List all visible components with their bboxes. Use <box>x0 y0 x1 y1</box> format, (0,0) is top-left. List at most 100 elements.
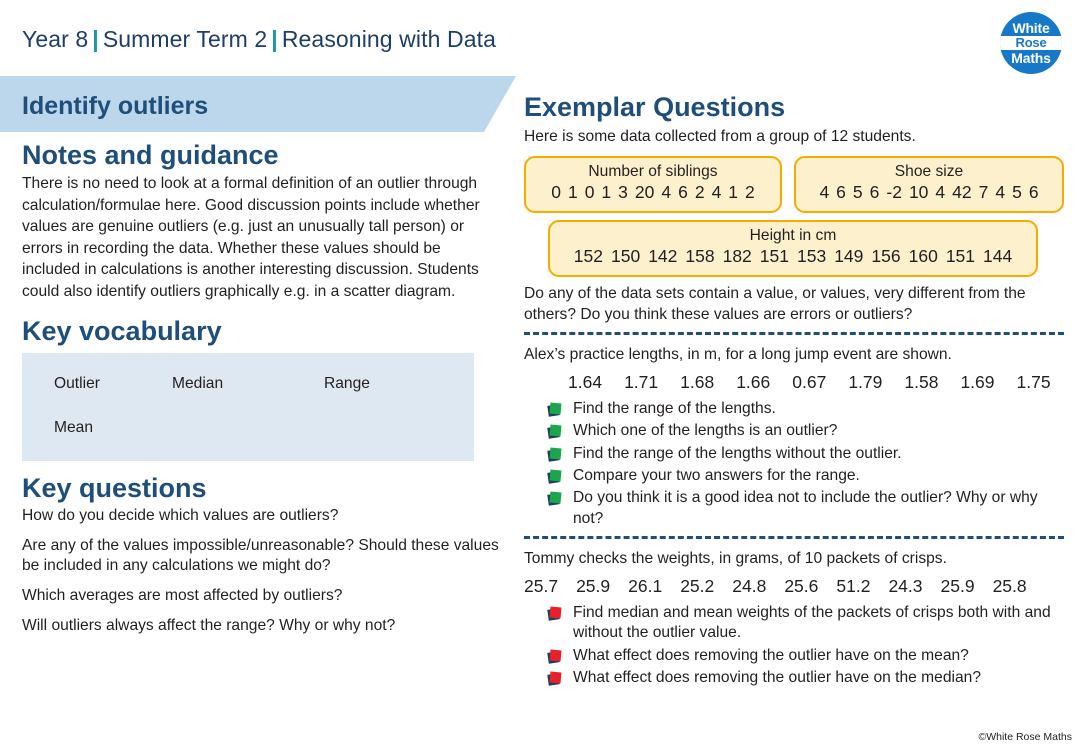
data-value: 0 <box>551 182 561 203</box>
data-value: 142 <box>648 245 678 266</box>
data-value: 4 <box>661 182 672 203</box>
data-value: 150 <box>610 245 641 266</box>
key-question-item: Will outliers always affect the range? W… <box>22 616 396 634</box>
data-value: 0 <box>584 182 595 203</box>
data-box-title: Number of siblings <box>588 163 718 181</box>
data-value: 25.8 <box>992 576 1027 596</box>
vocab-term-median: Median <box>172 374 224 392</box>
data-value: 1.69 <box>960 372 995 393</box>
data-box-siblings: Number of siblings 0 1 0 1 3 20 4 6 2 4 1 2 <box>524 156 782 214</box>
bullet-item: Find median and mean weights of the pack… <box>547 603 1064 644</box>
data-value: 160 <box>908 245 938 266</box>
data-value: 25.9 <box>940 576 975 596</box>
data-value: 152 <box>573 245 603 266</box>
data-box-values: 0 1 0 1 3 20 4 6 2 4 1 2 <box>536 182 770 204</box>
data-value: 1.68 <box>680 372 715 393</box>
data-value: 1.64 <box>568 372 603 393</box>
header-bar: Year 8 | Summer Term 2 | Reasoning with Data <box>0 0 1084 68</box>
bullet-text: Which one of the lengths is an outlier? <box>573 422 838 440</box>
key-question-item: How do you decide which values are outli… <box>22 506 339 524</box>
logo-line-rose: Rose <box>1000 36 1062 50</box>
red-square-bullet-icon <box>547 649 565 666</box>
data-value: 42 <box>952 182 972 203</box>
data-value: 4 <box>711 182 722 203</box>
tommy-bullet-list: Find median and mean weights of the pack… <box>547 603 1064 688</box>
bullet-text: What effect does removing the outlier ha… <box>573 668 981 686</box>
bullet-item: Find the range of the lengths without th… <box>547 444 1064 464</box>
vocabulary-row: Mean <box>22 419 474 437</box>
data-value: 149 <box>834 245 864 266</box>
bullet-text: Find median and mean weights of the pack… <box>573 604 1051 642</box>
data-value: 2 <box>694 182 705 203</box>
page-title: Year 8 | Summer Term 2 | Reasoning with Data <box>22 26 496 53</box>
bullet-item: What effect does removing the outlier ha… <box>547 668 1064 688</box>
green-square-bullet-icon <box>547 469 565 486</box>
data-value: 1 <box>567 182 578 203</box>
bullet-item: Do you think it is a good idea not to in… <box>547 488 1064 529</box>
bullet-text: Compare your two answers for the range. <box>573 467 860 484</box>
data-value: 1.58 <box>904 372 939 393</box>
data-boxes-row: Number of siblings 0 1 0 1 3 20 4 6 2 4 1 2 Shoe si… <box>524 156 1064 214</box>
green-square-bullet-icon <box>547 402 565 419</box>
data-value: 4 <box>819 182 830 203</box>
data-value: 1.79 <box>848 372 883 393</box>
data-value: 156 <box>871 245 901 266</box>
bullet-item: What effect does removing the outlier ha… <box>547 646 1064 666</box>
data-value: 51.2 <box>836 576 871 596</box>
vocab-term-empty-1 <box>172 419 324 437</box>
vocabulary-heading: Key vocabulary <box>22 316 222 347</box>
key-questions-heading: Key questions <box>22 472 207 503</box>
logo-line-white: White <box>1012 20 1050 37</box>
exemplar-intro: Here is some data collected from a group… <box>524 128 916 146</box>
red-square-bullet-icon <box>547 606 565 623</box>
data-value: 6 <box>678 182 688 203</box>
vocabulary-row: Outlier Median Range <box>22 375 474 393</box>
data-box-title: Height in cm <box>749 227 837 245</box>
data-value: 24.8 <box>732 576 767 596</box>
data-box-title: Shoe size <box>894 163 964 181</box>
data-value: -2 <box>886 182 902 203</box>
title-term: Summer Term 2 <box>102 26 268 52</box>
data-value: 6 <box>869 182 880 203</box>
bullet-text: What effect does removing the outlier ha… <box>573 646 969 664</box>
lesson-title: Identify outliers <box>22 92 209 120</box>
data-value: 0.67 <box>792 372 827 393</box>
data-value: 4 <box>995 182 1006 203</box>
vocab-term-empty-2 <box>324 419 444 437</box>
data-box-height: Height in cm 152 150 142 158 182 151 153 149 156… <box>548 220 1038 277</box>
tommy-prompt: Tommy checks the weights, in grams, of 1… <box>524 549 947 567</box>
data-value: 182 <box>722 245 752 266</box>
data-value: 1.66 <box>736 372 771 393</box>
section-divider-2 <box>524 535 1064 539</box>
notes-body: There is no need to look at a formal def… <box>22 175 480 300</box>
tommy-values: 25.7 25.9 26.1 25.2 24.8 25.6 51.2 24.3 25.9 25.8 <box>524 576 1064 597</box>
data-value: 1.75 <box>1016 372 1051 393</box>
alex-prompt: Alex’s practice lengths, in m, for a lon… <box>524 346 952 363</box>
data-value: 5 <box>1012 182 1022 203</box>
data-value: 1.71 <box>624 372 659 393</box>
exemplar-heading: Exemplar Questions <box>524 92 786 122</box>
red-square-bullet-icon <box>547 671 565 688</box>
data-box-shoe-size: Shoe size 4 6 5 6 -2 10 4 42 7 4 5 6 <box>794 156 1064 214</box>
bullet-text: Do you think it is a good idea not to in… <box>573 489 1038 527</box>
bullet-item: Find the range of the lengths. <box>547 399 1064 419</box>
left-column: Notes and guidance There is no need to l… <box>22 140 500 645</box>
white-rose-maths-logo: White Rose Maths <box>1000 12 1062 74</box>
data-value: 6 <box>836 182 846 203</box>
vocab-term-range: Range <box>324 374 370 392</box>
title-year: Year 8 <box>22 26 89 52</box>
bullet-text: Find the range of the lengths. <box>573 400 776 418</box>
data-value: 26.1 <box>628 576 663 596</box>
section-divider-1 <box>524 332 1064 335</box>
data-value: 24.3 <box>888 576 923 596</box>
data-value: 25.6 <box>784 576 819 596</box>
data-value: 144 <box>983 245 1013 266</box>
bullet-item: Compare your two answers for the range. <box>547 466 1064 486</box>
alex-bullet-list: Find the range of the lengths. Which one… <box>547 399 1064 529</box>
title-separator-2: | <box>271 26 278 52</box>
data-value: 5 <box>852 182 863 203</box>
notes-heading: Notes and guidance <box>22 140 279 170</box>
footer-copyright: ©White Rose Maths <box>978 731 1072 743</box>
title-topic: Reasoning with Data <box>281 26 496 52</box>
right-column: Exemplar Questions Here is some data col… <box>524 92 1064 690</box>
